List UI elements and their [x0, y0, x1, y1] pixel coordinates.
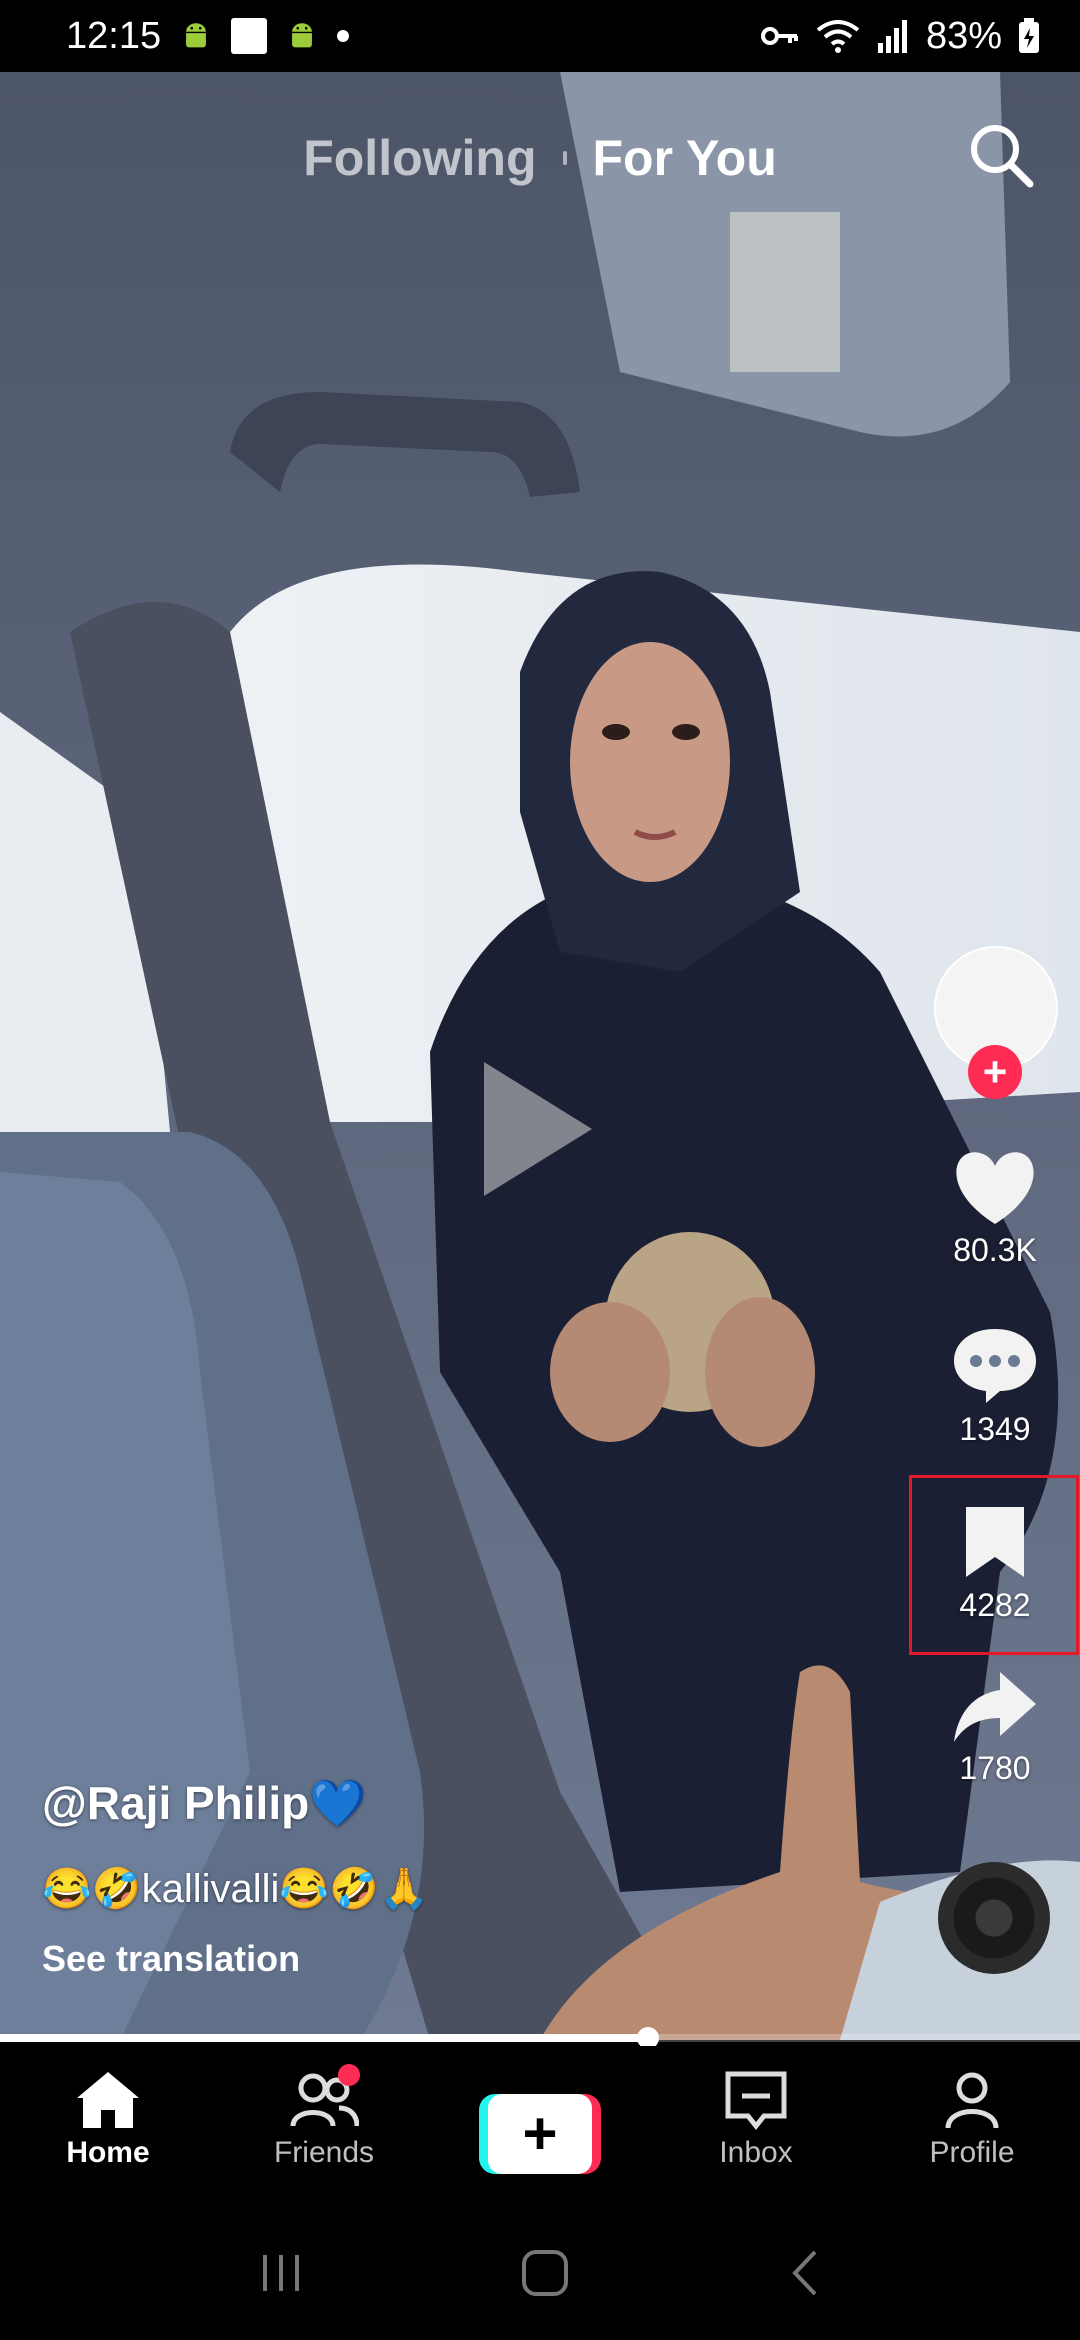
- creator-username[interactable]: @Raji Philip💙: [42, 1776, 429, 1831]
- nav-home-label: Home: [66, 2136, 150, 2169]
- tab-separator: [562, 151, 567, 165]
- music-disc-icon[interactable]: [938, 1862, 1050, 1974]
- video-progress-bar[interactable]: [0, 2027, 1080, 2049]
- notification-square-icon: [231, 18, 268, 54]
- bookmark-icon: [966, 1507, 1024, 1577]
- android-icon: [292, 23, 313, 48]
- profile-icon: [945, 2072, 999, 2129]
- comment-count: 1349: [959, 1411, 1031, 1447]
- comment-button[interactable]: 1349: [925, 1325, 1065, 1448]
- system-nav-bar: [0, 2206, 1080, 2340]
- status-bar: 12:15 83%: [0, 0, 1080, 72]
- notification-dot-icon: [337, 30, 350, 42]
- status-right: 83%: [760, 15, 1040, 58]
- home-system-icon[interactable]: [520, 2248, 570, 2298]
- nav-profile-label: Profile: [929, 2136, 1015, 2169]
- nav-friends-label: Friends: [273, 2136, 375, 2169]
- video-caption: @Raji Philip💙 😂🤣kallivalli😂🤣🙏 See transl…: [42, 1776, 429, 1980]
- recent-apps-icon[interactable]: [259, 2251, 303, 2295]
- nav-profile[interactable]: Profile: [864, 2046, 1080, 2206]
- search-icon[interactable]: [966, 120, 1036, 190]
- battery-icon: [1019, 18, 1039, 53]
- wifi-icon: [816, 20, 860, 53]
- status-time: 12:15: [66, 14, 162, 57]
- create-button[interactable]: +: [479, 2094, 601, 2174]
- inbox-icon: [725, 2071, 787, 2130]
- home-icon: [77, 2072, 139, 2128]
- feed-tabs: Following For You: [0, 118, 1080, 198]
- friends-notification-dot: [338, 2064, 360, 2086]
- like-count: 80.3K: [953, 1232, 1037, 1268]
- tab-for-you[interactable]: For You: [593, 129, 777, 187]
- nav-inbox[interactable]: Inbox: [648, 2046, 864, 2206]
- progress-fill: [0, 2034, 648, 2042]
- nav-create[interactable]: +: [432, 2046, 648, 2206]
- heart-icon: [956, 1152, 1034, 1224]
- like-button[interactable]: 80.3K: [925, 1150, 1065, 1269]
- share-icon: [954, 1672, 1036, 1742]
- nav-inbox-label: Inbox: [719, 2136, 793, 2169]
- battery-percent: 83%: [925, 14, 1002, 57]
- plus-icon: +: [488, 2094, 592, 2174]
- signal-icon: [877, 20, 907, 53]
- see-translation-link[interactable]: See translation: [42, 1938, 429, 1980]
- status-left: 12:15: [66, 14, 350, 58]
- nav-home[interactable]: Home: [0, 2046, 216, 2206]
- key-icon: [760, 27, 798, 45]
- video-player[interactable]: [0, 72, 1080, 2040]
- bottom-nav: Home Friends + Inbox Profile: [0, 2046, 1080, 2206]
- play-icon[interactable]: [478, 1056, 598, 1202]
- share-count: 1780: [959, 1750, 1031, 1786]
- share-button[interactable]: 1780: [925, 1668, 1065, 1787]
- nav-friends[interactable]: Friends: [216, 2046, 432, 2206]
- tab-following[interactable]: Following: [303, 129, 536, 187]
- back-icon[interactable]: [787, 2248, 821, 2298]
- video-description[interactable]: 😂🤣kallivalli😂🤣🙏: [42, 1865, 429, 1912]
- save-count: 4282: [959, 1587, 1031, 1623]
- save-button[interactable]: 4282: [925, 1503, 1065, 1624]
- follow-button[interactable]: +: [968, 1045, 1022, 1099]
- comment-icon: [954, 1329, 1036, 1403]
- android-icon: [186, 23, 207, 48]
